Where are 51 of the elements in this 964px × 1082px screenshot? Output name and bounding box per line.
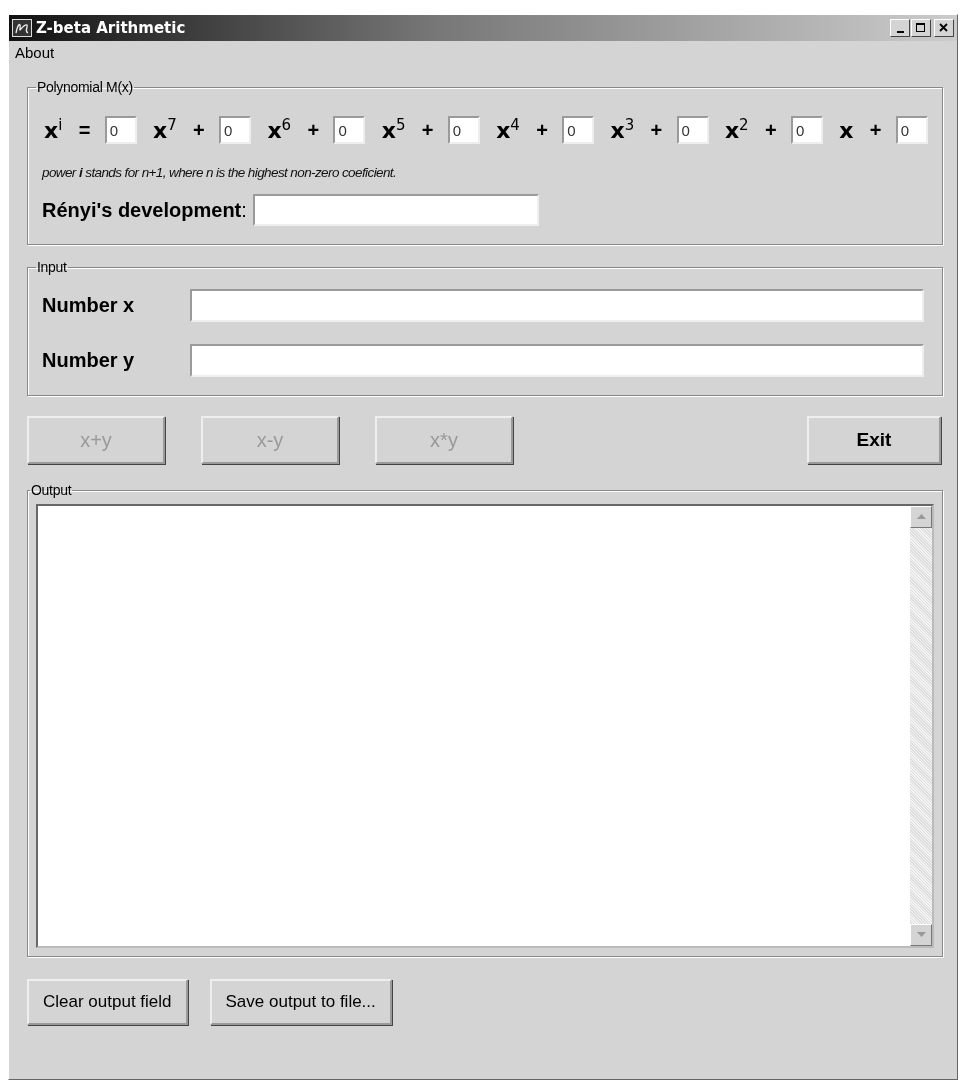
coefficient-field[interactable]: 0 xyxy=(562,116,595,144)
development-field[interactable] xyxy=(252,194,539,226)
coefficient-field[interactable]: 0 xyxy=(333,116,366,144)
group-label: Input xyxy=(36,259,68,275)
coefficient-field[interactable]: 0 xyxy=(895,116,928,144)
minimize-icon xyxy=(896,31,904,33)
hint-text: power i stands for n+1, where n is the highest non-zero coeficient. xyxy=(42,165,398,180)
coefficient-field[interactable]: 0 xyxy=(219,116,252,144)
coefficient-field[interactable]: 0 xyxy=(447,116,480,144)
scroll-up-button[interactable] xyxy=(910,506,932,528)
minimize-button[interactable] xyxy=(890,19,910,37)
number-field[interactable] xyxy=(190,344,924,377)
action-button[interactable]: Clear output field xyxy=(27,979,188,1025)
action-button[interactable]: Save output to file... xyxy=(209,979,392,1025)
app-icon xyxy=(12,19,32,37)
math-term: x$^{3}$ xyxy=(610,116,635,144)
plus-sign: + xyxy=(650,118,663,142)
plus-sign: + xyxy=(421,118,434,142)
menu-item[interactable]: About xyxy=(13,43,57,61)
math-term: x$^{5}$ xyxy=(381,116,406,144)
coefficient-field[interactable]: 0 xyxy=(790,116,823,144)
math-term: x xyxy=(839,117,854,143)
math-term: x$^{4}$ xyxy=(496,116,520,144)
up-arrow-icon xyxy=(916,514,926,520)
group-label: Polynomial M(x) xyxy=(36,79,134,95)
math-term: x$^{i}$ xyxy=(44,116,63,144)
field-label: Number x xyxy=(42,294,136,317)
coefficient-field[interactable]: 0 xyxy=(676,116,709,144)
plus-sign: + xyxy=(764,118,777,142)
number-field[interactable] xyxy=(190,289,924,322)
close-icon xyxy=(939,23,949,33)
equals-sign: = xyxy=(78,118,91,142)
group-label: Output xyxy=(30,482,73,498)
plus-sign: + xyxy=(193,118,205,142)
scroll-bar[interactable] xyxy=(910,506,932,946)
plus-sign: + xyxy=(307,118,320,142)
close-button[interactable] xyxy=(934,19,954,37)
field-label: Number y xyxy=(42,349,136,372)
math-term: x$^{2}$ xyxy=(724,116,749,144)
maximize-icon xyxy=(916,23,926,33)
down-arrow-icon xyxy=(916,932,926,938)
plus-sign: + xyxy=(869,118,882,142)
exit-button[interactable]: Exit xyxy=(807,416,941,464)
math-term: x$^{6}$ xyxy=(267,116,292,144)
scroll-down-button[interactable] xyxy=(910,924,932,946)
math-term: x$^{7}$ xyxy=(153,116,177,144)
window-title: Z-beta Arithmetic xyxy=(36,19,186,37)
plus-sign: + xyxy=(536,118,548,142)
field-label: Rényi's development: xyxy=(42,198,247,222)
coefficient-field[interactable]: 0 xyxy=(104,116,137,144)
maximize-button[interactable] xyxy=(911,19,931,37)
